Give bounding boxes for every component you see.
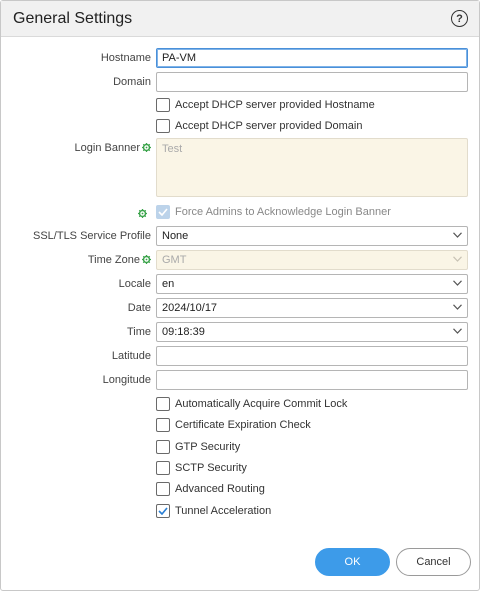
- time-select[interactable]: 09:18:39: [156, 322, 468, 342]
- help-icon[interactable]: ?: [451, 10, 468, 27]
- date-value: 2024/10/17: [162, 302, 218, 314]
- dialog-title: General Settings: [13, 9, 133, 27]
- longitude-label: Longitude: [102, 374, 151, 386]
- force-ack-option[interactable]: Force Admins to Acknowledge Login Banner: [156, 204, 391, 220]
- cancel-button[interactable]: Cancel: [396, 548, 471, 576]
- gtp-security-label: GTP Security: [175, 441, 241, 453]
- latitude-input[interactable]: [156, 346, 468, 366]
- login-banner-label: Login Banner: [75, 138, 151, 158]
- checkmark-icon: [158, 208, 168, 216]
- hostname-label: Hostname: [100, 52, 151, 64]
- option-cert-expiration[interactable]: Certificate Expiration Check: [156, 417, 311, 433]
- time-zone-label-text: Time Zone: [87, 254, 140, 266]
- locale-value: en: [162, 278, 175, 290]
- cert-expiration-checkbox[interactable]: [156, 418, 170, 432]
- locale-label: Locale: [118, 278, 151, 290]
- commit-lock-label: Automatically Acquire Commit Lock: [175, 398, 348, 410]
- ssl-profile-select[interactable]: None: [156, 226, 468, 246]
- dhcp-domain-label: Accept DHCP server provided Domain: [175, 120, 363, 132]
- domain-label: Domain: [113, 76, 151, 88]
- time-value: 09:18:39: [162, 326, 205, 338]
- gear-icon[interactable]: [142, 142, 151, 152]
- commit-lock-checkbox[interactable]: [156, 397, 170, 411]
- time-zone-value: GMT: [162, 254, 187, 266]
- option-tunnel-acceleration[interactable]: Tunnel Acceleration: [156, 503, 271, 519]
- gtp-security-checkbox[interactable]: [156, 440, 170, 454]
- date-label: Date: [127, 302, 151, 314]
- force-ack-label: Force Admins to Acknowledge Login Banner: [175, 206, 391, 218]
- tunnel-acceleration-checkbox[interactable]: [156, 504, 170, 518]
- force-ack-gear-wrap: [136, 204, 147, 224]
- option-advanced-routing[interactable]: Advanced Routing: [156, 481, 265, 497]
- chevron-down-icon: [453, 304, 462, 310]
- option-gtp-security[interactable]: GTP Security: [156, 439, 240, 455]
- general-settings-dialog: General Settings ? Hostname PA-VM Domain…: [0, 0, 480, 591]
- login-banner-label-text: Login Banner: [74, 142, 140, 154]
- ssl-profile-label: SSL/TLS Service Profile: [33, 230, 151, 242]
- force-ack-checkbox[interactable]: [156, 205, 170, 219]
- domain-input[interactable]: [156, 72, 468, 92]
- time-zone-select[interactable]: GMT: [156, 250, 468, 270]
- chevron-down-icon: [453, 256, 462, 262]
- dhcp-domain-option[interactable]: Accept DHCP server provided Domain: [156, 118, 362, 134]
- sctp-security-checkbox[interactable]: [156, 461, 170, 475]
- chevron-down-icon: [453, 232, 462, 238]
- dhcp-hostname-option[interactable]: Accept DHCP server provided Hostname: [156, 97, 375, 113]
- login-banner-textarea[interactable]: Test: [156, 138, 468, 197]
- gear-icon[interactable]: [138, 208, 147, 218]
- tunnel-acceleration-label: Tunnel Acceleration: [175, 505, 272, 517]
- dhcp-domain-checkbox[interactable]: [156, 119, 170, 133]
- ssl-profile-value: None: [162, 230, 189, 242]
- dhcp-hostname-label: Accept DHCP server provided Hostname: [175, 99, 375, 111]
- locale-select[interactable]: en: [156, 274, 468, 294]
- time-zone-label: Time Zone: [88, 250, 151, 270]
- hostname-input[interactable]: PA-VM: [156, 48, 468, 68]
- chevron-down-icon: [453, 328, 462, 334]
- advanced-routing-checkbox[interactable]: [156, 482, 170, 496]
- sctp-security-label: SCTP Security: [175, 462, 247, 474]
- time-label: Time: [126, 326, 151, 338]
- date-select[interactable]: 2024/10/17: [156, 298, 468, 318]
- checkmark-icon: [158, 507, 168, 515]
- dialog-titlebar: General Settings ?: [1, 1, 479, 37]
- gear-icon[interactable]: [142, 254, 151, 264]
- longitude-input[interactable]: [156, 370, 468, 390]
- ok-button[interactable]: OK: [315, 548, 390, 576]
- cert-expiration-label: Certificate Expiration Check: [175, 419, 311, 431]
- option-commit-lock[interactable]: Automatically Acquire Commit Lock: [156, 396, 347, 412]
- advanced-routing-label: Advanced Routing: [175, 483, 265, 495]
- dhcp-hostname-checkbox[interactable]: [156, 98, 170, 112]
- latitude-label: Latitude: [111, 350, 151, 362]
- option-sctp-security[interactable]: SCTP Security: [156, 460, 247, 476]
- chevron-down-icon: [453, 280, 462, 286]
